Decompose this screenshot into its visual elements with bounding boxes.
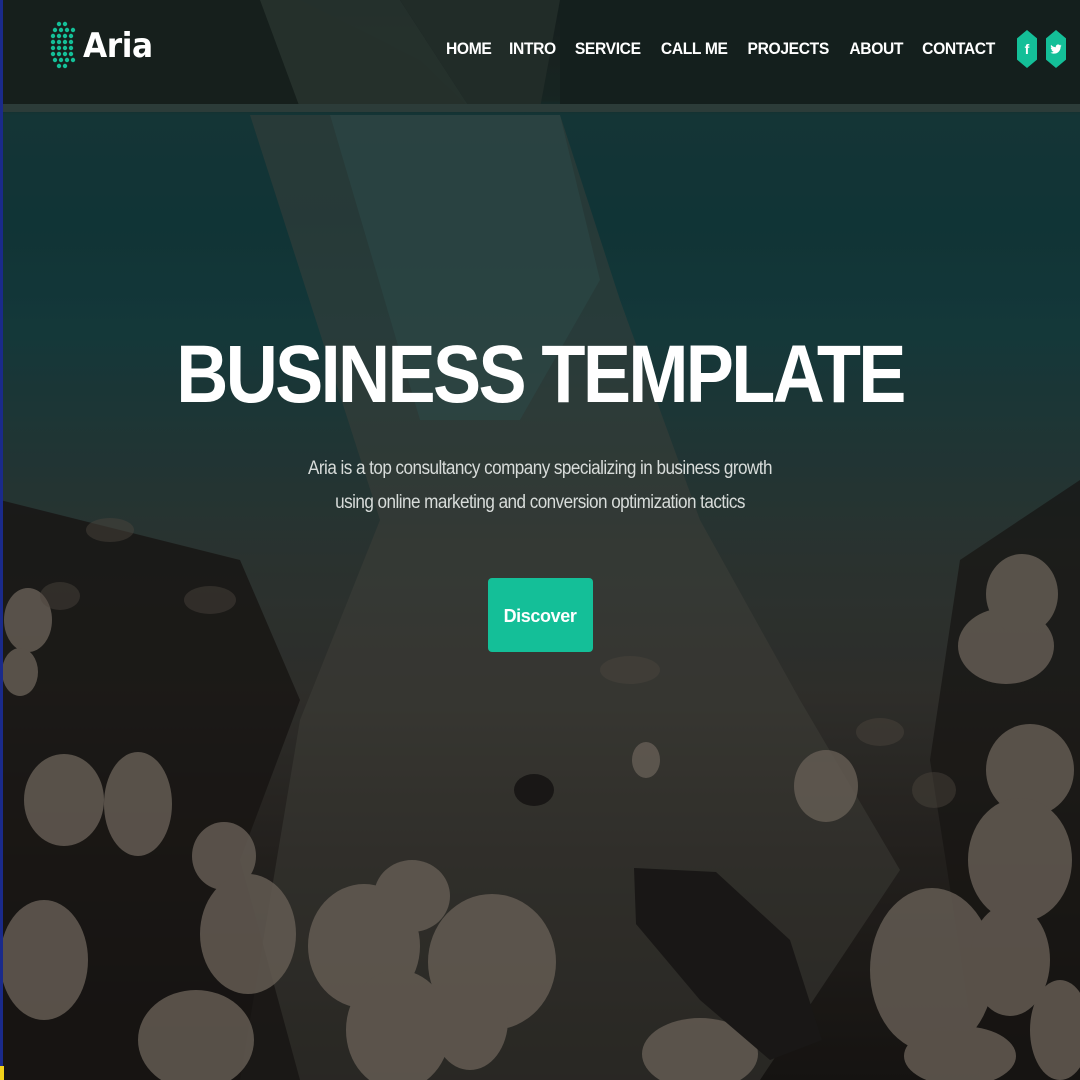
hero-section: BUSINESS TEMPLATE Aria is a top consulta…: [0, 330, 1080, 652]
nav-call-me[interactable]: CALL ME: [661, 39, 728, 59]
nav-intro[interactable]: INTRO: [509, 39, 556, 59]
corner-marker: [0, 1066, 4, 1080]
brand-logo[interactable]: Aria: [50, 20, 159, 72]
social-links: f: [1008, 30, 1066, 68]
nav-about[interactable]: ABOUT: [849, 39, 903, 59]
page: Aria HOME INTRO SERVICE CALL ME PROJECTS…: [0, 0, 1080, 1080]
twitter-icon[interactable]: [1046, 30, 1066, 68]
nav-projects[interactable]: PROJECTS: [748, 39, 830, 59]
twitter-bird-glyph: [1050, 44, 1062, 54]
nav-contact[interactable]: CONTACT: [922, 39, 995, 59]
discover-button[interactable]: Discover: [487, 578, 593, 652]
hero-subtitle: Aria is a top consultancy company specia…: [308, 458, 772, 513]
dotted-sphere-icon: [50, 21, 76, 69]
nav-service[interactable]: SERVICE: [575, 39, 641, 59]
brand-name: Aria: [83, 26, 153, 66]
facebook-glyph: f: [1024, 41, 1030, 57]
navbar: Aria HOME INTRO SERVICE CALL ME PROJECTS…: [0, 0, 1080, 100]
hero-title: BUSINESS TEMPLATE: [176, 329, 906, 420]
main-nav: HOME INTRO SERVICE CALL ME PROJECTS ABOU…: [430, 30, 1066, 68]
nav-home[interactable]: HOME: [446, 39, 492, 59]
facebook-icon[interactable]: f: [1017, 30, 1037, 68]
